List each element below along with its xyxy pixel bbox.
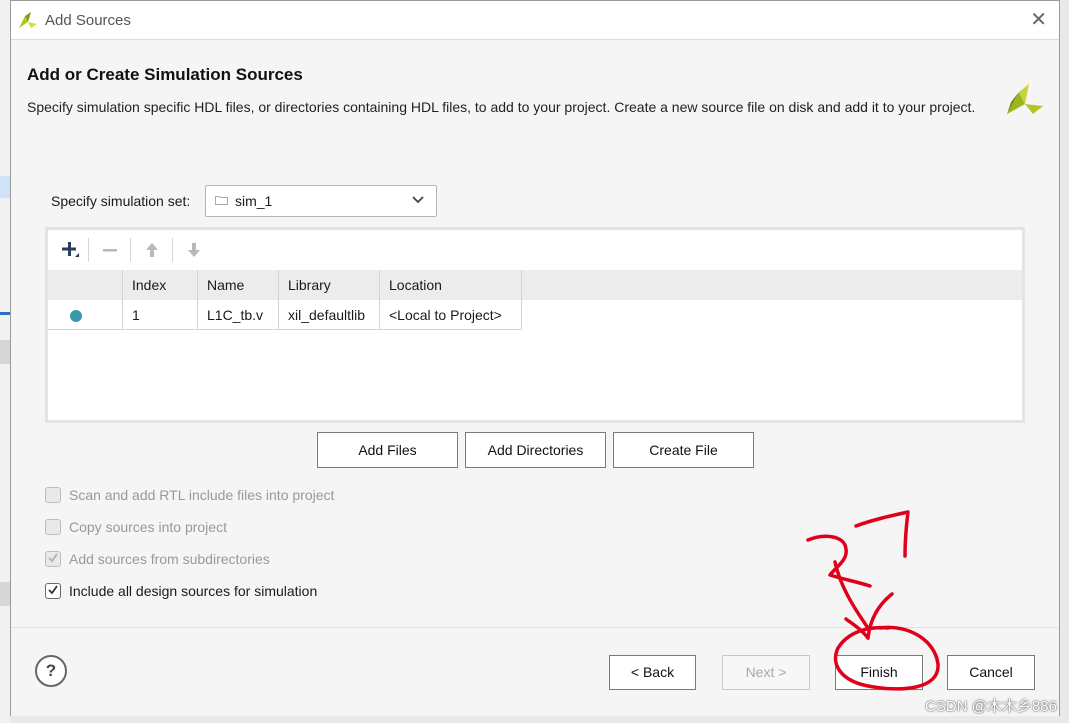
simulation-set-value: sim_1 xyxy=(235,193,273,209)
option-label: Add sources from subdirectories xyxy=(69,551,270,567)
table-header: Index Name Library Location xyxy=(48,270,1022,300)
title-bar: Add Sources ✕ xyxy=(11,1,1059,39)
create-file-button[interactable]: Create File xyxy=(613,432,754,468)
simulation-set-label: Specify simulation set: xyxy=(51,193,191,209)
back-button[interactable]: < Back xyxy=(609,655,696,690)
column-header-name[interactable]: Name xyxy=(198,270,279,300)
row-location: <Local to Project> xyxy=(380,300,522,330)
dialog-content: Specify simulation set: sim_1 Index Name… xyxy=(11,149,1059,627)
background-selection xyxy=(0,176,10,198)
dialog-footer: ? < Back Next > Finish Cancel xyxy=(11,627,1059,716)
column-header-location[interactable]: Location xyxy=(380,270,522,300)
option-copy-sources[interactable]: Copy sources into project xyxy=(45,516,227,538)
chevron-down-icon xyxy=(412,196,424,204)
vivado-logo-icon xyxy=(19,12,37,28)
background-row xyxy=(0,340,10,364)
move-up-icon[interactable] xyxy=(140,238,164,262)
table-row[interactable]: 1 L1C_tb.v xil_defaultlib <Local to Proj… xyxy=(48,300,1022,330)
sources-table-panel: Index Name Library Location 1 L1C_tb.v x… xyxy=(45,227,1025,423)
option-add-subdirectories[interactable]: Add sources from subdirectories xyxy=(45,548,270,570)
checkmark-icon xyxy=(48,553,58,563)
row-status-cell xyxy=(48,300,123,330)
add-subdirectories-checkbox[interactable] xyxy=(45,551,61,567)
row-index: 1 xyxy=(123,300,198,330)
toolbar-separator xyxy=(172,238,173,262)
column-header-status xyxy=(48,270,123,300)
copy-sources-checkbox[interactable] xyxy=(45,519,61,535)
option-label: Copy sources into project xyxy=(69,519,227,535)
close-icon[interactable]: ✕ xyxy=(1030,7,1047,32)
checkmark-icon xyxy=(48,585,58,595)
watermark-text: CSDN @木木乡886 xyxy=(925,698,1057,715)
toolbar-separator xyxy=(130,238,131,262)
add-directories-button[interactable]: Add Directories xyxy=(465,432,606,468)
finish-button[interactable]: Finish xyxy=(835,655,923,690)
row-library[interactable]: xil_defaultlib xyxy=(279,300,380,330)
include-design-sources-checkbox[interactable] xyxy=(45,583,61,599)
row-name: L1C_tb.v xyxy=(198,300,279,330)
option-scan-rtl-include[interactable]: Scan and add RTL include files into proj… xyxy=(45,484,334,506)
column-header-index[interactable]: Index xyxy=(123,270,198,300)
add-files-button[interactable]: Add Files xyxy=(317,432,458,468)
simulation-set-dropdown[interactable]: sim_1 xyxy=(205,185,437,217)
page-description: Specify simulation specific HDL files, o… xyxy=(27,99,976,115)
add-sources-dialog: Add Sources ✕ Add or Create Simulation S… xyxy=(10,0,1060,716)
background-row xyxy=(0,582,10,606)
cancel-button[interactable]: Cancel xyxy=(947,655,1035,690)
next-button[interactable]: Next > xyxy=(722,655,810,690)
option-include-design-sources[interactable]: Include all design sources for simulatio… xyxy=(45,580,317,602)
column-header-library[interactable]: Library xyxy=(279,270,380,300)
toolbar-separator xyxy=(88,238,89,262)
add-icon[interactable] xyxy=(58,238,82,262)
page-title: Add or Create Simulation Sources xyxy=(27,65,303,84)
scan-rtl-checkbox[interactable] xyxy=(45,487,61,503)
folder-icon xyxy=(215,196,228,205)
option-label: Scan and add RTL include files into proj… xyxy=(69,487,335,503)
remove-icon[interactable] xyxy=(98,238,122,262)
help-button[interactable]: ? xyxy=(35,655,67,687)
window-title: Add Sources xyxy=(45,12,131,29)
sources-toolbar xyxy=(48,230,1022,270)
vivado-logo-icon xyxy=(1007,84,1043,114)
move-down-icon[interactable] xyxy=(182,238,206,262)
option-label: Include all design sources for simulatio… xyxy=(69,583,318,599)
dialog-header: Add or Create Simulation Sources Specify… xyxy=(11,39,1059,150)
source-status-icon xyxy=(70,310,82,323)
background-accent-bar xyxy=(0,312,10,315)
